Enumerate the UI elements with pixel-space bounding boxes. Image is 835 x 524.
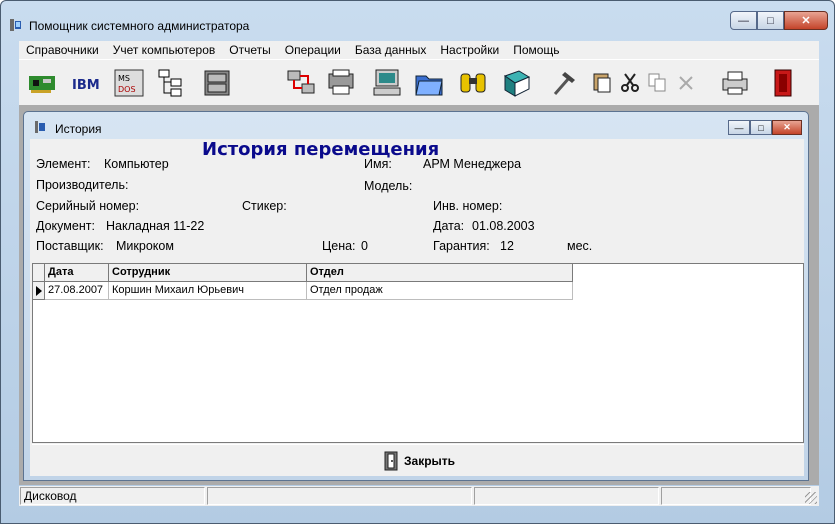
status-cell-drive: Дисковод (20, 487, 205, 505)
binoculars-icon[interactable] (457, 68, 489, 98)
ms-dos-icon[interactable]: MS DOS (113, 68, 145, 98)
hammer-icon[interactable] (549, 68, 581, 98)
status-bar: Дисковод (19, 486, 819, 506)
inv-number-label: Инв. номер: (433, 199, 503, 213)
sticker-label: Стикер: (242, 199, 287, 213)
row-pointer-icon (33, 282, 45, 300)
warranty-label: Гарантия: (433, 239, 490, 253)
name-label: Имя: (364, 157, 392, 171)
table-cell-date[interactable]: 27.08.2007 (45, 282, 109, 300)
tree-icon[interactable] (155, 68, 187, 98)
menu-otchety[interactable]: Отчеты (222, 43, 277, 57)
toolbar: IBM MS DOS (19, 59, 819, 105)
serial-label: Серийный номер: (36, 199, 140, 213)
folder-icon[interactable] (413, 68, 445, 98)
menu-spravochniki[interactable]: Справочники (19, 43, 106, 57)
cabinet-icon[interactable] (201, 68, 233, 98)
document-value: Накладная 11-22 (106, 219, 205, 233)
close-button-label: Закрыть (404, 454, 456, 468)
menu-operacii[interactable]: Операции (278, 43, 348, 57)
network-transfer-icon[interactable] (285, 68, 317, 98)
status-cell-3 (474, 487, 659, 505)
button-panel: Закрыть (32, 444, 804, 476)
app-icon (10, 19, 21, 31)
warranty-unit: мес. (567, 239, 593, 253)
child-app-icon (35, 121, 45, 133)
date-value: 01.08.2003 (472, 219, 535, 233)
column-header-date[interactable]: Дата (45, 264, 109, 282)
table-cell-employee[interactable]: Коршин Михаил Юрьевич (109, 282, 307, 300)
date-label: Дата: (433, 219, 465, 233)
svg-text:IBM: IBM (72, 78, 100, 93)
menu-bar: Справочники Учет компьютеров Отчеты Опер… (19, 41, 819, 59)
row-indicator-header (33, 264, 45, 282)
computer-icon[interactable] (371, 68, 403, 98)
column-header-employee[interactable]: Сотрудник (109, 264, 307, 282)
paste-icon[interactable] (591, 68, 613, 98)
network-card-icon[interactable] (27, 68, 59, 98)
ibm-icon[interactable]: IBM (71, 68, 103, 98)
title-bar[interactable]: Помощник системного администратора — □ ✕ (1, 1, 834, 41)
child-minimize-button[interactable]: — (728, 120, 750, 135)
page-title: История перемещения (202, 139, 440, 160)
menu-uchet[interactable]: Учет компьютеров (106, 43, 223, 57)
history-table[interactable]: Дата Сотрудник Отдел 27.08.2007 Коршин М… (32, 263, 804, 443)
table-header: Дата Сотрудник Отдел (33, 264, 573, 282)
warranty-value: 12 (500, 239, 514, 253)
child-window-title: История (55, 122, 102, 136)
resize-grip-icon[interactable] (805, 492, 817, 504)
supplier-value: Микроком (116, 239, 174, 253)
maximize-button[interactable]: □ (757, 11, 784, 30)
menu-baza[interactable]: База данных (348, 43, 433, 57)
history-window: История — □ ✕ История перемещения Элемен… (23, 111, 809, 481)
element-value: Компьютер (104, 157, 169, 171)
minimize-button[interactable]: — (730, 11, 757, 30)
status-cell-2 (207, 487, 472, 505)
history-form: История перемещения Элемент: Компьютер И… (30, 139, 804, 476)
price-value: 0 (361, 239, 368, 253)
door-icon (384, 451, 398, 471)
cut-icon[interactable] (619, 68, 641, 98)
child-close-button[interactable]: ✕ (772, 120, 802, 135)
price-label: Цена: (322, 239, 356, 253)
close-window-button[interactable]: ✕ (784, 11, 828, 30)
table-row[interactable]: 27.08.2007 Коршин Михаил Юрьевич Отдел п… (33, 282, 573, 300)
menu-pomosh[interactable]: Помощь (506, 43, 566, 57)
supplier-label: Поставщик: (36, 239, 104, 253)
status-cell-4 (661, 487, 811, 505)
close-button[interactable]: Закрыть (382, 451, 455, 471)
svg-text:MS: MS (118, 74, 130, 83)
print-icon[interactable] (719, 68, 751, 98)
document-label: Документ: (36, 219, 95, 233)
table-cell-department[interactable]: Отдел продаж (307, 282, 573, 300)
element-label: Элемент: (36, 157, 91, 171)
exit-icon[interactable] (767, 68, 799, 98)
printer-device-icon[interactable] (325, 68, 357, 98)
column-header-department[interactable]: Отдел (307, 264, 573, 282)
menu-nastroiki[interactable]: Настройки (433, 43, 506, 57)
name-value: АРМ Менеджера (423, 157, 522, 171)
model-label: Модель: (364, 179, 413, 193)
book-icon[interactable] (501, 68, 533, 98)
delete-icon[interactable] (675, 68, 697, 98)
manufacturer-label: Производитель: (36, 178, 129, 192)
child-maximize-button[interactable]: □ (750, 120, 772, 135)
copy-icon[interactable] (647, 68, 669, 98)
svg-text:DOS: DOS (118, 85, 136, 94)
main-window: Помощник системного администратора — □ ✕… (0, 0, 835, 524)
window-title: Помощник системного администратора (29, 19, 250, 33)
